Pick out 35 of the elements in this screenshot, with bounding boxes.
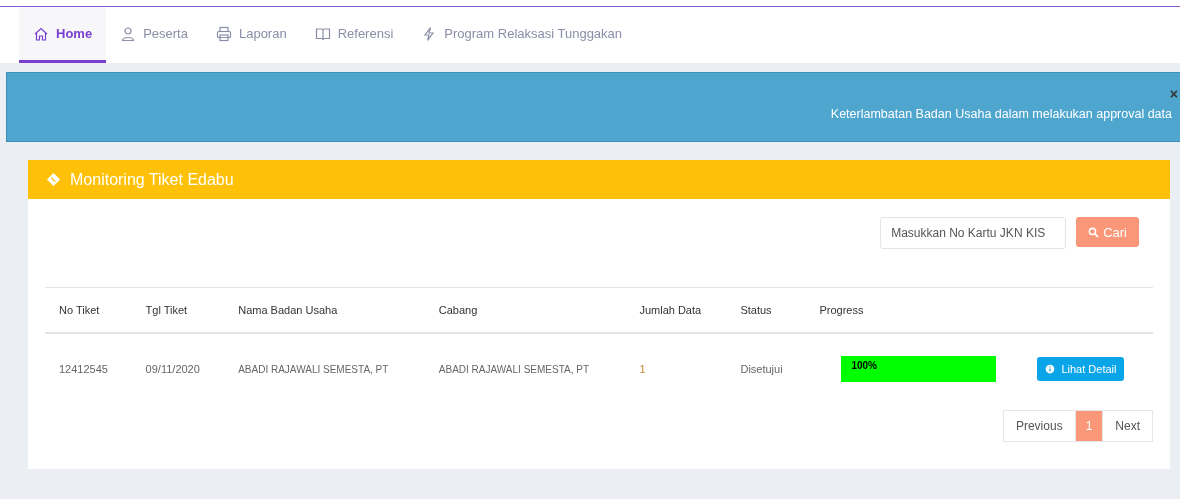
column-header: Jumlah Data bbox=[639, 304, 702, 316]
nav-tab[interactable]: Referensi bbox=[300, 7, 408, 63]
card-title: Monitoring Tiket Edabu bbox=[70, 170, 234, 189]
column-header: Cabang bbox=[438, 304, 478, 316]
column-header: Nama Badan Usaha bbox=[238, 304, 338, 316]
search-button[interactable]: Cari bbox=[1076, 217, 1139, 247]
nav-tab[interactable]: Program Relaksasi Tunggakan bbox=[407, 7, 637, 63]
table-cell: 12412545 bbox=[59, 363, 108, 375]
table-cell: ABADI RAJAWALI SEMESTA, PT bbox=[238, 363, 389, 375]
table-cell: Disetujui bbox=[740, 363, 783, 375]
table-cell: 09/11/2020 bbox=[145, 363, 200, 375]
column-header: Progress bbox=[819, 304, 864, 316]
search-field[interactable]: Masukkan No Kartu JKN KIS bbox=[880, 217, 1067, 249]
page-button[interactable]: 1 bbox=[1075, 410, 1103, 442]
previous-button[interactable]: Previous bbox=[1002, 410, 1076, 442]
user-icon bbox=[120, 25, 137, 42]
close-button[interactable]: × bbox=[1169, 87, 1178, 101]
column-header: No Tiket bbox=[59, 304, 100, 316]
info-icon bbox=[1045, 364, 1056, 374]
nav-tab[interactable]: Peserta bbox=[106, 7, 202, 63]
column-header: Tgl Tiket bbox=[145, 304, 188, 316]
nav-tab[interactable]: Laporan bbox=[201, 7, 301, 63]
nav-tab[interactable]: Home bbox=[19, 7, 107, 63]
table-cell: ABADI RAJAWALI SEMESTA, PT bbox=[438, 363, 589, 375]
banner-message: Keterlambatan Badan Usaha dalam melakukan approval data bbox=[830, 107, 1173, 121]
printer-icon bbox=[215, 25, 232, 42]
ticket-icon bbox=[46, 172, 61, 187]
book-icon bbox=[314, 25, 331, 42]
detail-button[interactable]: Lihat Detail bbox=[1037, 357, 1125, 381]
next-button[interactable]: Next bbox=[1102, 410, 1153, 442]
progress-bar: 100% bbox=[841, 356, 997, 382]
column-header: Status bbox=[740, 304, 772, 316]
table-cell: 1 bbox=[639, 363, 646, 375]
search-icon bbox=[1088, 226, 1100, 238]
home-icon bbox=[33, 25, 49, 42]
